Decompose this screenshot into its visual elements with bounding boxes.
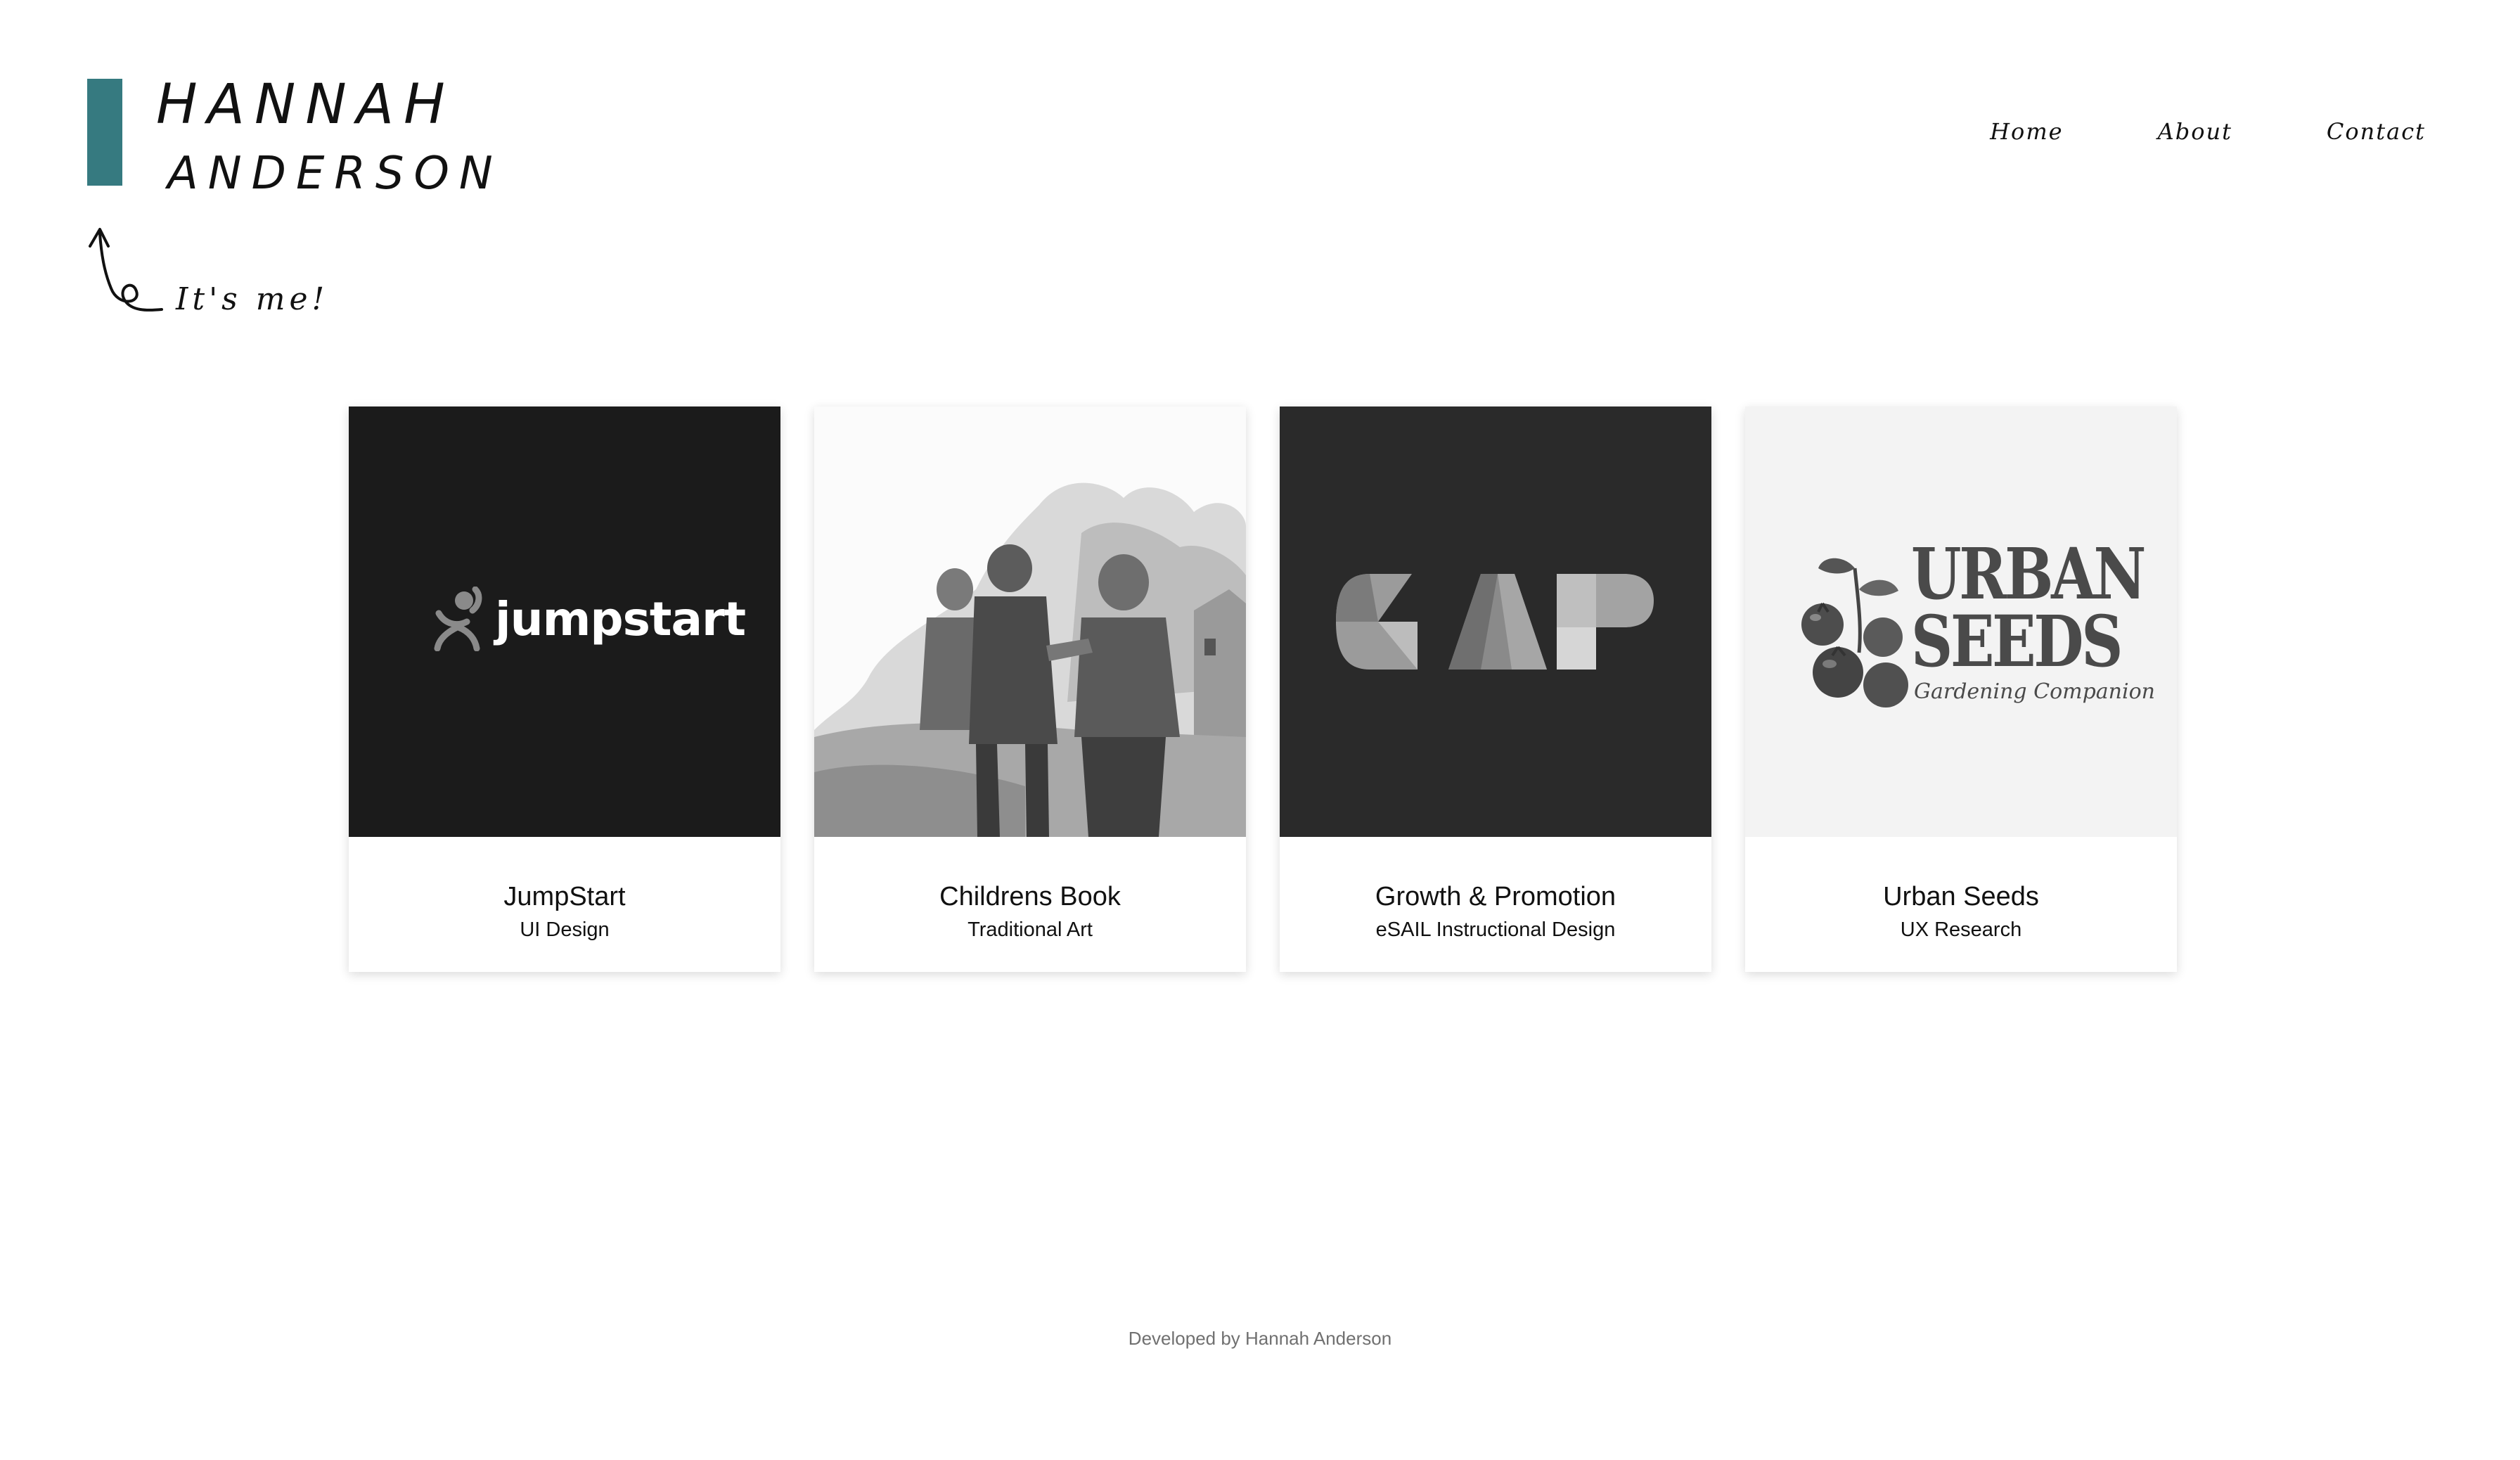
- curved-arrow-icon: [89, 228, 163, 312]
- project-title: Growth & Promotion: [1375, 882, 1616, 911]
- urban-seeds-logo: URBAN SEEDS Gardening Companion: [1911, 532, 2177, 704]
- gap-thumbnail: [1280, 406, 1711, 837]
- jumping-person-icon: [434, 587, 482, 651]
- nav-contact[interactable]: Contact: [2327, 118, 2426, 145]
- gap-logo: [1336, 574, 1654, 670]
- nav-home[interactable]: Home: [1990, 118, 2063, 145]
- project-category: UI Design: [520, 918, 610, 941]
- project-title: JumpStart: [503, 882, 626, 911]
- card-body: Childrens Book Traditional Art: [814, 837, 1246, 972]
- project-grid: jumpstart JumpStart UI Design Childrens …: [349, 406, 2177, 972]
- logo-accent-bar: [87, 79, 122, 186]
- main-nav: Home About Contact: [1896, 118, 2426, 145]
- nav-about[interactable]: About: [2158, 118, 2232, 145]
- logo-tagline: Gardening Companion: [1914, 679, 2155, 704]
- project-card-growth-promotion[interactable]: Growth & Promotion eSAIL Instructional D…: [1280, 406, 1711, 972]
- project-title: Urban Seeds: [1883, 882, 2039, 911]
- logo-word-urban: URBAN: [1911, 532, 2146, 615]
- card-body: JumpStart UI Design: [349, 837, 780, 972]
- project-category: UX Research: [1900, 918, 2022, 941]
- card-body: Growth & Promotion eSAIL Instructional D…: [1280, 837, 1711, 972]
- project-title: Childrens Book: [939, 882, 1121, 911]
- childrens-book-illustration: [814, 406, 1246, 837]
- urban-seeds-thumbnail: URBAN SEEDS Gardening Companion: [1745, 406, 2177, 837]
- jumpstart-thumbnail: jumpstart: [349, 406, 780, 837]
- jumpstart-logo-text: jumpstart: [495, 591, 746, 646]
- logo-word-seeds: SEEDS: [1911, 600, 2123, 683]
- project-card-urban-seeds[interactable]: URBAN SEEDS Gardening Companion Urban Se…: [1745, 406, 2177, 972]
- logo-first-name: HANNAH: [156, 73, 455, 136]
- project-card-childrens-book[interactable]: Childrens Book Traditional Art: [814, 406, 1246, 972]
- footer-credit: Developed by Hannah Anderson: [1128, 1328, 1392, 1349]
- logo-last-name: ANDERSON: [167, 148, 503, 200]
- project-category: eSAIL Instructional Design: [1375, 918, 1616, 941]
- tomato-plant-icon: [1801, 558, 1908, 707]
- card-body: Urban Seeds UX Research: [1745, 837, 2177, 972]
- project-category: Traditional Art: [968, 918, 1093, 941]
- jumpstart-logo: jumpstart: [429, 587, 746, 651]
- tagline: It's me!: [176, 281, 329, 317]
- project-card-jumpstart[interactable]: jumpstart JumpStart UI Design: [349, 406, 780, 972]
- watercolor-illustration: [814, 482, 1246, 837]
- site-logo[interactable]: HANNAH ANDERSON: [156, 70, 503, 208]
